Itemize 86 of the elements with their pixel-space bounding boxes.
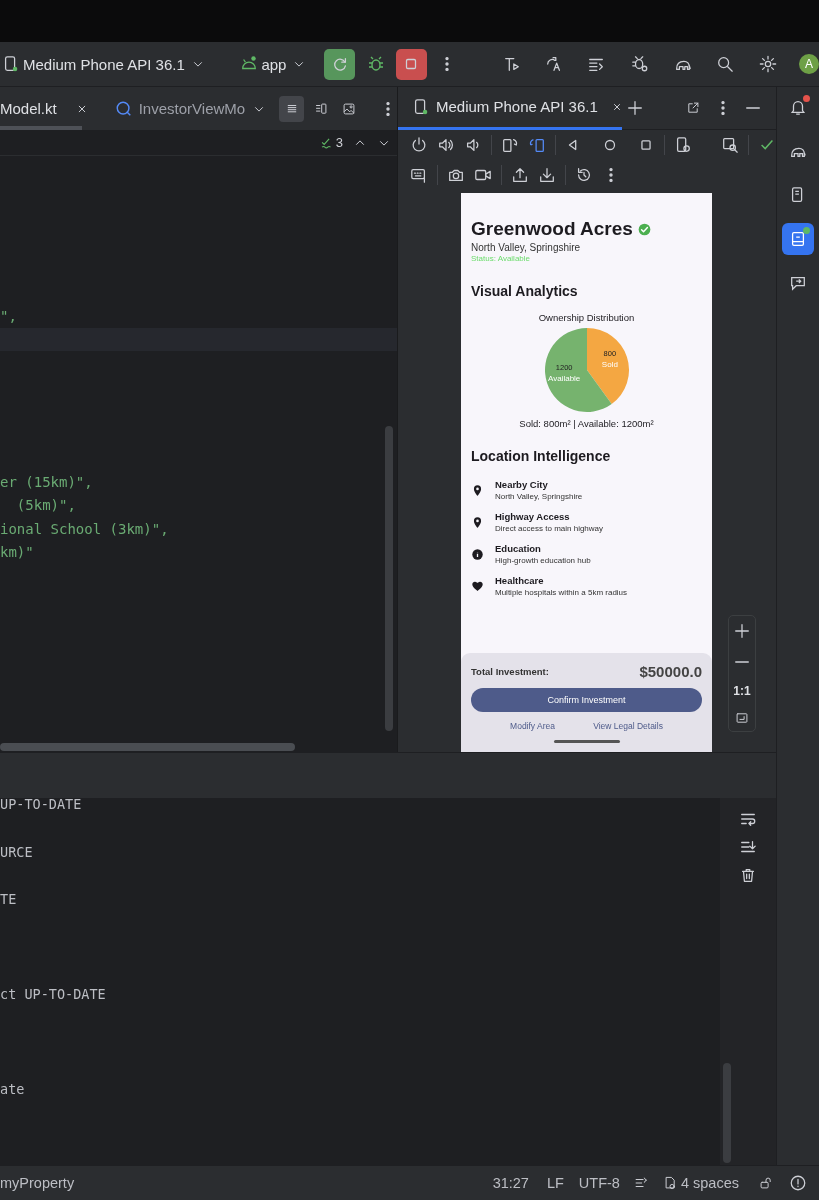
device-tab[interactable]: Medium Phone API 36.1 xyxy=(398,86,622,130)
scrollbar[interactable] xyxy=(723,1063,731,1163)
chat-arrow-icon xyxy=(789,274,807,292)
plus-icon[interactable] xyxy=(626,99,644,117)
console-line: UP-TO-DATE xyxy=(0,798,82,812)
popout-icon[interactable] xyxy=(686,101,700,115)
trash-icon[interactable] xyxy=(739,866,757,884)
editor-tab[interactable]: Model.kt xyxy=(0,100,99,117)
power-icon[interactable] xyxy=(410,136,428,154)
actual-size-button[interactable]: 1:1 xyxy=(733,683,751,698)
code-line: ", xyxy=(0,307,18,326)
module-selector[interactable]: app xyxy=(261,55,287,73)
feature-detail: North Valley, Springshire xyxy=(495,491,583,502)
lines-icon[interactable] xyxy=(279,95,305,122)
translate-icon[interactable] xyxy=(544,55,563,73)
device-selector[interactable]: Medium Phone API 36.1 xyxy=(23,55,185,73)
inspection-count[interactable]: 3 xyxy=(319,135,343,150)
snapshot-search-icon[interactable] xyxy=(721,136,740,154)
volume-up-icon[interactable] xyxy=(437,136,455,154)
fit-screen-icon[interactable] xyxy=(735,710,749,725)
feature-detail: High-growth education hub xyxy=(495,555,591,566)
text-link[interactable]: Modify Area xyxy=(510,721,555,731)
console-line: TE xyxy=(0,891,17,907)
home-indicator[interactable] xyxy=(553,740,620,743)
settings-icon[interactable] xyxy=(759,55,778,73)
rotate-right-icon[interactable] xyxy=(527,136,546,154)
feature-detail: Direct access to main highway xyxy=(495,523,604,534)
slice-label: Sold xyxy=(601,359,618,369)
rotate-left-icon[interactable] xyxy=(500,136,519,154)
format-icon[interactable] xyxy=(633,1176,648,1190)
line-separator[interactable]: LF xyxy=(546,1175,564,1191)
property-status: Status: Available xyxy=(471,254,531,264)
scrollbar[interactable] xyxy=(385,426,393,731)
total-label: Total Investment: xyxy=(471,666,549,677)
feature-title: Nearby City xyxy=(495,479,549,491)
console-line: ate xyxy=(0,1081,25,1097)
download-icon[interactable] xyxy=(538,166,556,184)
info-icon xyxy=(471,548,484,561)
confirm-button[interactable]: Confirm Investment xyxy=(471,688,702,712)
section-heading: Visual Analytics xyxy=(471,283,579,299)
file-encoding[interactable]: UTF-8 xyxy=(578,1175,620,1191)
zoom-in-icon[interactable] xyxy=(733,622,751,641)
rerun-button[interactable] xyxy=(324,48,356,80)
chart-caption: Sold: 800m² | Available: 1200m² xyxy=(518,418,655,430)
build-icon[interactable] xyxy=(502,55,521,73)
bug-gear-icon[interactable] xyxy=(631,55,650,73)
pin-icon xyxy=(471,484,484,497)
upload-icon[interactable] xyxy=(511,166,529,184)
chart-title: Ownership Distribution xyxy=(538,312,635,324)
running-devices-icon xyxy=(789,230,807,248)
property-title: Greenwood Acres xyxy=(471,218,633,240)
pin-icon xyxy=(471,516,484,529)
scrollbar[interactable] xyxy=(0,743,295,751)
unlock-icon[interactable] xyxy=(759,1176,773,1190)
check-icon xyxy=(319,135,334,150)
history-icon[interactable] xyxy=(575,166,593,184)
search-icon[interactable] xyxy=(716,55,735,73)
feature-title: Education xyxy=(495,543,542,555)
code-line: er (15km)", xyxy=(0,472,94,492)
editor-tab[interactable]: InvestorViewMo xyxy=(114,99,247,118)
code-line: (5km)", xyxy=(15,496,77,515)
feature-title: Healthcare xyxy=(495,575,545,587)
code-line: km)" xyxy=(0,543,35,562)
text-link[interactable]: View Legal Details xyxy=(593,721,663,731)
console-line: URCE xyxy=(0,843,33,860)
class-icon xyxy=(114,99,133,118)
heart-icon xyxy=(471,580,484,593)
console-line: ct UP-TO-DATE xyxy=(0,986,106,1002)
property-location: North Valley, Springshire xyxy=(471,242,582,254)
indent-setting[interactable]: 4 spaces xyxy=(680,1175,739,1191)
feature-detail: Multiple hospitals within a 5km radius xyxy=(495,587,628,598)
scrollbar[interactable] xyxy=(0,126,82,130)
feature-title: Highway Access xyxy=(495,511,571,523)
stop-button[interactable] xyxy=(395,48,427,80)
breadcrumb[interactable]: myProperty xyxy=(0,1175,75,1191)
code-line: ional School (3km)", xyxy=(0,519,170,539)
slice-label: Available xyxy=(547,374,580,384)
bell-icon xyxy=(789,98,807,116)
warning-icon[interactable] xyxy=(789,1174,807,1192)
device-icon[interactable] xyxy=(2,55,20,73)
keyboard-icon[interactable] xyxy=(410,166,428,184)
section-heading: Location Intelligence xyxy=(471,448,612,464)
total-value: $50000.0 xyxy=(639,663,702,680)
tool-window-button[interactable] xyxy=(782,223,814,255)
cursor-position[interactable]: 31:27 xyxy=(492,1175,529,1191)
device-icon xyxy=(412,97,430,116)
